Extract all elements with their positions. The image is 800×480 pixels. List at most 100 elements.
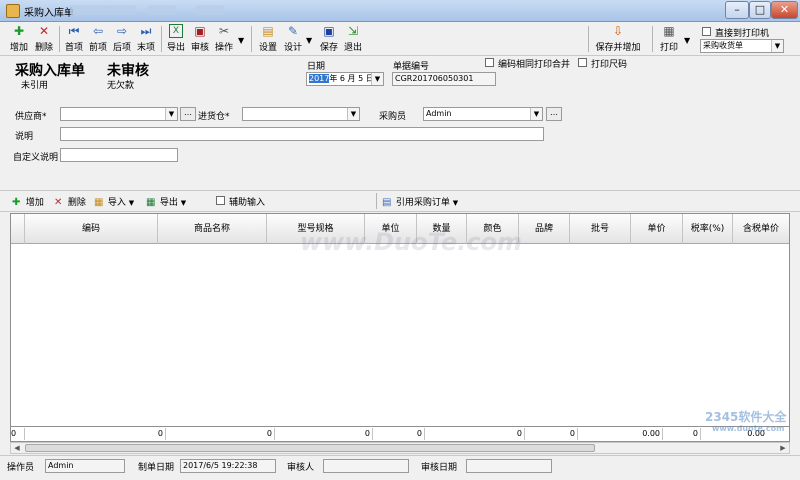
detail-add-button[interactable]: ✚ 增加 xyxy=(12,195,44,208)
chevron-down-icon: ▼ xyxy=(452,199,459,207)
delete-button[interactable]: ✕ 删除 xyxy=(32,24,56,54)
auditor-field xyxy=(323,459,409,473)
maximize-button[interactable]: □ xyxy=(749,1,771,19)
assist-input-checkbox[interactable] xyxy=(216,196,225,205)
scroll-right-icon[interactable]: ▶ xyxy=(777,443,789,453)
add-button[interactable]: ✚ 增加 xyxy=(7,24,31,54)
note-field[interactable] xyxy=(60,127,544,141)
excel-icon: X xyxy=(169,24,183,38)
design-button[interactable]: ✎ 设计 xyxy=(281,24,305,54)
settings-button[interactable]: ▤ 设置 xyxy=(256,24,280,54)
status-bar: 操作员 Admin 制单日期 2017/6/5 19:22:38 审核人 审核日… xyxy=(0,455,800,480)
created-date-value: 2017/6/5 19:22:38 xyxy=(183,461,258,470)
first-record-button[interactable]: ⏮ 首项 xyxy=(62,24,86,54)
chevron-down-icon: ▼ xyxy=(128,199,135,207)
audit-button[interactable]: ▣ 审核 xyxy=(188,24,212,54)
main-toolbar: ✚ 增加 ✕ 删除 ⏮ 首项 ⇦ 前项 ⇨ 后项 ⏭ 末项 X 导出 ▣ 审核 … xyxy=(0,22,800,56)
chevron-down-icon: ▼ xyxy=(371,73,383,85)
custom-note-field[interactable] xyxy=(60,148,178,162)
chevron-down-icon[interactable]: ▼ xyxy=(238,36,244,45)
last-record-button[interactable]: ⏭ 末项 xyxy=(134,24,158,54)
detail-import-button[interactable]: ▦ 导入 ▼ xyxy=(94,195,134,208)
buyer-browse-button[interactable]: … xyxy=(546,107,562,121)
audit-date-field xyxy=(466,459,552,473)
print-status: 未引用 xyxy=(21,81,49,91)
supplier-browse-button[interactable]: … xyxy=(180,107,196,121)
column-header[interactable]: 含税单价 xyxy=(733,214,789,244)
column-header[interactable]: 税率(%) xyxy=(683,214,733,244)
design-icon: ✎ xyxy=(287,24,299,38)
warehouse-select[interactable]: ▼ xyxy=(242,107,360,121)
auditor-label: 审核人 xyxy=(287,463,315,473)
ref-purchase-order-button[interactable]: ▤ 引用采购订单 ▼ xyxy=(382,195,458,208)
column-header[interactable]: 编码 xyxy=(25,214,158,244)
export-button[interactable]: X 导出 xyxy=(164,24,188,54)
debt-status: 无欠款 xyxy=(107,81,135,91)
chevron-down-icon: ▼ xyxy=(771,40,783,52)
blurred-menu-item xyxy=(70,5,110,15)
column-header[interactable]: 批号 xyxy=(570,214,631,244)
floppy-icon: ▣ xyxy=(323,24,335,38)
toolbar-separator xyxy=(376,193,377,209)
document-title: 采购入库单 xyxy=(15,63,85,79)
doc-no-field[interactable]: CGR201706050301 xyxy=(392,72,496,86)
column-header[interactable]: 品牌 xyxy=(519,214,570,244)
print-size-label: 打印尺码 xyxy=(591,60,628,70)
print-template-value: 采购收货单 xyxy=(703,41,743,50)
grid-totals-row: 0 0 0 0 0 0 0 0.00 0 0.00 xyxy=(11,426,789,441)
scrollbar-thumb[interactable] xyxy=(25,444,595,452)
minimize-button[interactable]: – xyxy=(725,1,749,19)
date-year: 2017 xyxy=(309,74,330,83)
buyer-select[interactable]: Admin ▼ xyxy=(423,107,543,121)
settings-icon: ▤ xyxy=(262,24,274,38)
excel-icon: ▦ xyxy=(146,197,156,208)
detail-export-button[interactable]: ▦ 导出 ▼ xyxy=(146,195,186,208)
footer-cell: 0 xyxy=(663,428,701,440)
chevron-down-icon[interactable]: ▼ xyxy=(684,36,690,45)
audit-icon: ▣ xyxy=(194,24,206,38)
supplier-label: 供应商* xyxy=(15,112,47,122)
exit-button[interactable]: ⇲ 退出 xyxy=(341,24,365,54)
supplier-select[interactable]: ▼ xyxy=(60,107,178,121)
date-rest: 年 6 月 5 日 xyxy=(329,74,374,83)
column-header[interactable]: 单价 xyxy=(631,214,683,244)
footer-cell: 0 xyxy=(275,428,373,440)
custom-note-label: 自定义说明 xyxy=(13,153,59,163)
doc-no-value: CGR201706050301 xyxy=(395,74,474,83)
save-button[interactable]: ▣ 保存 xyxy=(317,24,341,54)
direct-print-checkbox[interactable] xyxy=(702,27,711,36)
detail-delete-button[interactable]: ✕ 删除 xyxy=(54,195,86,208)
operation-button[interactable]: ✂ 操作 xyxy=(212,24,236,54)
plus-icon: ✚ xyxy=(13,24,25,38)
toolbar-separator xyxy=(251,26,252,52)
created-date-label: 制单日期 xyxy=(138,463,175,473)
date-label: 日期 xyxy=(307,62,326,72)
footer-cell: 0 xyxy=(425,428,525,440)
warehouse-label: 进货仓* xyxy=(198,112,230,122)
save-and-add-button[interactable]: ⇩ 保存并增加 xyxy=(592,24,644,54)
operator-value: Admin xyxy=(48,461,74,470)
print-button[interactable]: ▦ 打印 xyxy=(658,24,680,54)
audit-status-title: 未审核 xyxy=(107,63,149,79)
print-size-checkbox[interactable] xyxy=(578,58,587,67)
next-record-button[interactable]: ⇨ 后项 xyxy=(110,24,134,54)
x-icon: ✕ xyxy=(54,197,63,208)
exit-icon: ⇲ xyxy=(347,24,359,38)
print-template-select[interactable]: 采购收货单 ▼ xyxy=(700,39,784,53)
merge-print-checkbox[interactable] xyxy=(485,58,494,67)
column-header[interactable]: 商品名称 xyxy=(158,214,267,244)
import-icon: ▦ xyxy=(94,197,104,208)
horizontal-scrollbar[interactable]: ◀ ▶ xyxy=(10,442,790,454)
date-picker[interactable]: 2017年 6 月 5 日 ▼ xyxy=(306,72,384,86)
direct-print-label: 直接到打印机 xyxy=(715,29,770,39)
scroll-left-icon[interactable]: ◀ xyxy=(11,443,23,453)
prev-record-button[interactable]: ⇦ 前项 xyxy=(86,24,110,54)
chevron-down-icon[interactable]: ▼ xyxy=(306,36,312,45)
detail-toolbar: ✚ 增加 ✕ 删除 ▦ 导入 ▼ ▦ 导出 ▼ 辅助输入 ▤ 引用采购订单 ▼ xyxy=(0,190,800,212)
toolbar-separator xyxy=(161,26,162,52)
footer-cell: 0.00 xyxy=(578,428,663,440)
close-button[interactable]: ✕ xyxy=(771,1,798,19)
app-icon xyxy=(6,4,20,18)
chevron-down-icon: ▼ xyxy=(530,108,542,120)
toolbar-separator xyxy=(652,26,653,52)
